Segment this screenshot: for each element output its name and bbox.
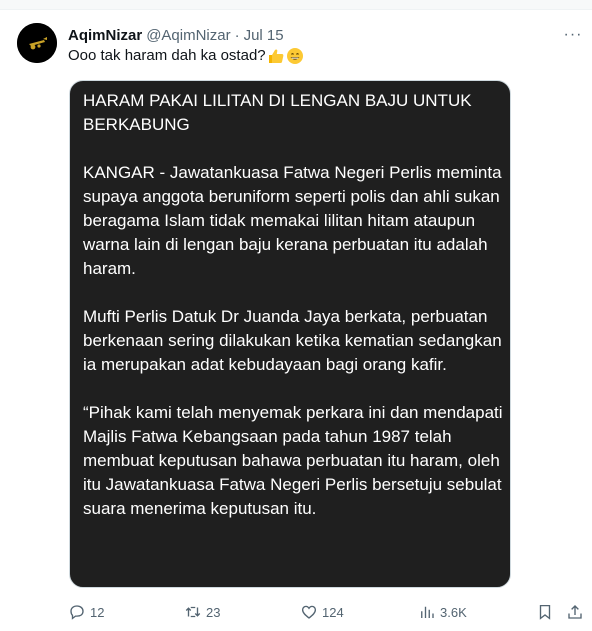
like-count: 124	[322, 604, 344, 620]
share-button[interactable]	[566, 602, 584, 622]
action-bar: 12 23 124 3.6K	[68, 602, 586, 622]
reply-button[interactable]: 12	[68, 602, 104, 622]
heart-icon	[301, 605, 317, 619]
image-paragraph: KANGAR - Jawatankuasa Fatwa Negeri Perli…	[83, 163, 502, 278]
like-button[interactable]: 124	[300, 602, 344, 622]
views-count: 3.6K	[440, 604, 467, 620]
display-name[interactable]: AqimNizar	[68, 27, 142, 44]
post-date[interactable]: Jul 15	[244, 27, 284, 44]
grinning-face-icon	[286, 48, 303, 64]
tweet-text: Ooo tak haram dah ka ostad?	[68, 46, 304, 66]
retweet-icon	[185, 606, 201, 618]
retweet-count: 23	[206, 604, 221, 620]
reply-icon	[70, 605, 84, 620]
attached-text-image[interactable]: HARAM PAKAI LILITAN DI LENGAN BAJU UNTUK…	[69, 80, 511, 588]
image-paragraph: Mufti Perlis Datuk Dr Juanda Jaya berkat…	[83, 307, 502, 374]
bookmark-icon	[539, 604, 551, 620]
image-paragraph: “Pihak kami telah menyemak perkara ini d…	[83, 403, 503, 518]
cannon-logo-icon	[17, 23, 57, 63]
separator-dot: ·	[234, 26, 240, 44]
more-icon: ···	[563, 26, 583, 43]
tweet-card[interactable]: AqimNizar @AqimNizar · Jul 15 ··· Ooo ta…	[0, 0, 592, 631]
avatar[interactable]	[17, 23, 57, 63]
analytics-icon	[421, 606, 434, 618]
image-headline: HARAM PAKAI LILITAN DI LENGAN BAJU UNTUK…	[83, 91, 472, 134]
image-text-content: HARAM PAKAI LILITAN DI LENGAN BAJU UNTUK…	[83, 89, 503, 521]
retweet-button[interactable]: 23	[184, 602, 220, 622]
thumbs-up-icon	[268, 49, 284, 63]
more-options-button[interactable]: ···	[562, 25, 584, 45]
tweet-header: AqimNizar @AqimNizar · Jul 15	[68, 25, 284, 45]
share-icon	[568, 605, 582, 619]
top-divider	[0, 0, 592, 10]
views-button[interactable]: 3.6K	[418, 602, 467, 622]
bookmark-button[interactable]	[536, 602, 554, 622]
reply-count: 12	[90, 604, 105, 620]
tweet-body: Ooo tak haram dah ka ostad?	[68, 47, 266, 64]
user-handle[interactable]: @AqimNizar	[146, 27, 230, 44]
